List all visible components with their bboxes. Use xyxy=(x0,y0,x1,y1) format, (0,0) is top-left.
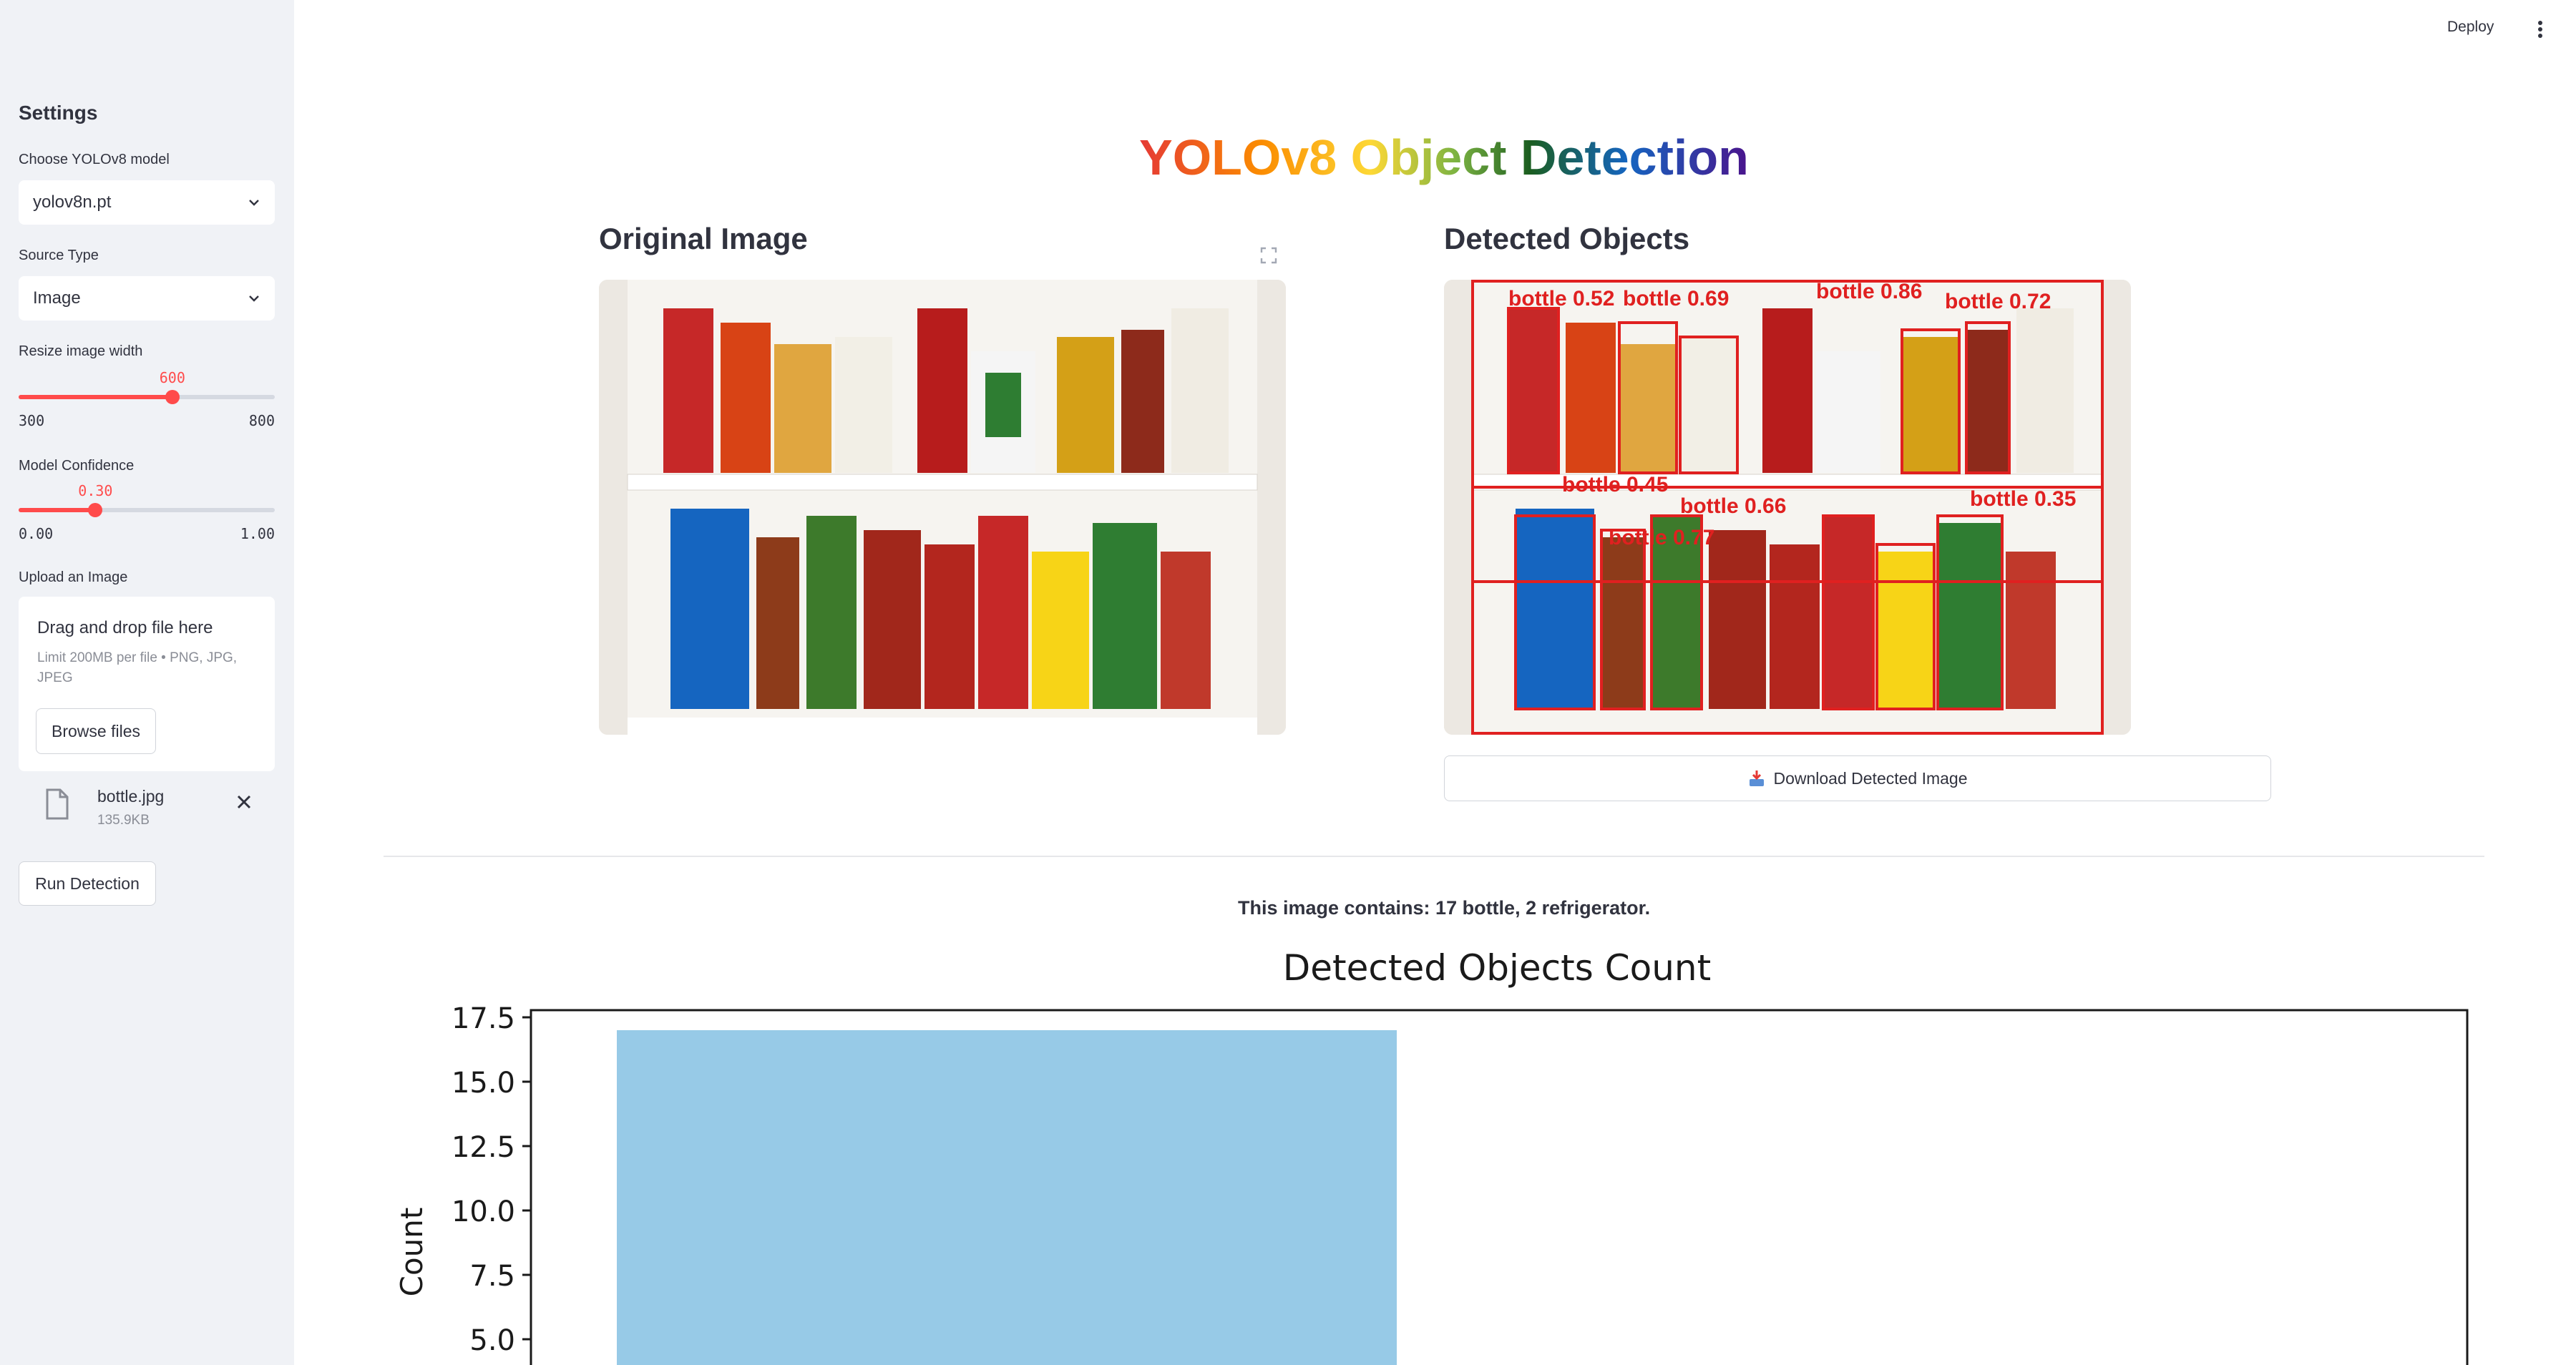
confidence-slider-max: 1.00 xyxy=(240,525,275,542)
dropzone-limit: Limit 200MB per file • PNG, JPG, JPEG xyxy=(37,650,238,685)
chart-bar-bottle xyxy=(617,1030,1397,1365)
source-select[interactable]: Image xyxy=(19,276,275,321)
chart-y-tick-label: 15.0 xyxy=(452,1067,515,1100)
confidence-slider-value: 0.30 xyxy=(78,482,113,499)
chart-y-tick-label: 17.5 xyxy=(452,1002,515,1035)
close-icon[interactable] xyxy=(233,791,255,813)
kebab-menu-icon[interactable] xyxy=(2532,19,2549,40)
resize-label: Resize image width xyxy=(19,343,143,359)
detection-label: bottle 0.52 xyxy=(1508,287,1614,310)
page-title: YOLOv8 Object Detection xyxy=(1139,129,1749,185)
pantry-illustration xyxy=(599,280,1286,735)
detection-label: bottle 0.72 xyxy=(1945,290,2051,313)
detection-summary: This image contains: 17 bottle, 2 refrig… xyxy=(1238,897,1651,919)
upload-label: Upload an Image xyxy=(19,569,128,585)
fullscreen-icon[interactable] xyxy=(1259,246,1278,265)
detection-label: bottle 0.77 xyxy=(1609,526,1714,549)
model-select[interactable]: yolov8n.pt xyxy=(19,180,275,225)
dropzone-title: Drag and drop file here xyxy=(37,618,213,637)
chevron-down-icon xyxy=(249,295,259,302)
detected-image: bottle 0.52 bottle 0.69 bottle 0.86 bott… xyxy=(1444,280,2131,735)
resize-slider-fill xyxy=(19,395,172,399)
model-label: Choose YOLOv8 model xyxy=(19,152,170,167)
resize-slider-thumb[interactable] xyxy=(165,390,180,404)
detection-label: bottle 0.35 xyxy=(1970,487,2076,511)
divider xyxy=(384,856,2484,857)
confidence-slider-fill xyxy=(19,508,96,512)
sidebar-title: Settings xyxy=(19,102,98,124)
detection-label: bottle 0.86 xyxy=(1816,280,1922,303)
resize-slider-max: 800 xyxy=(248,412,275,429)
app-root: Settings Choose YOLOv8 model yolov8n.pt … xyxy=(0,0,2576,1365)
confidence-slider[interactable]: 0.30 0.00 1.00 xyxy=(19,481,275,545)
resize-slider-value: 600 xyxy=(159,369,185,386)
chart-title: Detected Objects Count xyxy=(1283,947,1711,989)
detection-label: bottle 0.45 xyxy=(1562,473,1668,496)
run-detection-button[interactable]: Run Detection xyxy=(19,861,156,906)
source-label: Source Type xyxy=(19,248,99,263)
chart-y-tick-label: 12.5 xyxy=(452,1131,515,1164)
pantry-detected-illustration: bottle 0.52 bottle 0.69 bottle 0.86 bott… xyxy=(1444,280,2131,735)
chart-y-tick-label: 5.0 xyxy=(469,1324,515,1357)
chart-y-axis-label: Count xyxy=(394,1208,429,1297)
browse-files-button[interactable]: Browse files xyxy=(36,708,156,754)
source-select-value: Image xyxy=(33,288,81,308)
detected-objects-chart: Detected Objects Count Count 5.0 7.5 10.0 1… xyxy=(394,947,2469,1365)
deploy-button[interactable]: Deploy xyxy=(2447,19,2494,36)
resize-slider[interactable]: 600 300 800 xyxy=(19,366,275,431)
detection-label: bottle 0.69 xyxy=(1623,287,1729,310)
original-image-title: Original Image xyxy=(599,222,808,255)
detected-objects-title: Detected Objects xyxy=(1444,222,1690,255)
inbox-tray-icon xyxy=(1750,770,1765,786)
model-select-value: yolov8n.pt xyxy=(33,192,112,212)
sidebar: Settings Choose YOLOv8 model yolov8n.pt … xyxy=(0,0,294,1365)
chart-y-tick-label: 10.0 xyxy=(452,1195,515,1228)
file-icon xyxy=(46,788,69,820)
download-button[interactable]: Download Detected Image xyxy=(1444,755,2271,801)
file-dropzone[interactable]: Drag and drop file here Limit 200MB per … xyxy=(19,597,275,771)
detection-label: bottle 0.66 xyxy=(1680,494,1786,518)
chevron-down-icon xyxy=(249,200,259,206)
download-button-label: Download Detected Image xyxy=(1773,768,1968,788)
uploaded-file: bottle.jpg 135.9KB xyxy=(19,781,275,833)
file-name: bottle.jpg xyxy=(97,787,165,806)
resize-slider-min: 300 xyxy=(19,412,45,429)
confidence-label: Model Confidence xyxy=(19,458,135,474)
confidence-slider-min: 0.00 xyxy=(19,525,54,542)
chart-y-tick-label: 7.5 xyxy=(469,1260,515,1293)
file-size: 135.9KB xyxy=(97,813,150,828)
original-image xyxy=(599,280,1286,735)
confidence-slider-thumb[interactable] xyxy=(88,503,103,517)
